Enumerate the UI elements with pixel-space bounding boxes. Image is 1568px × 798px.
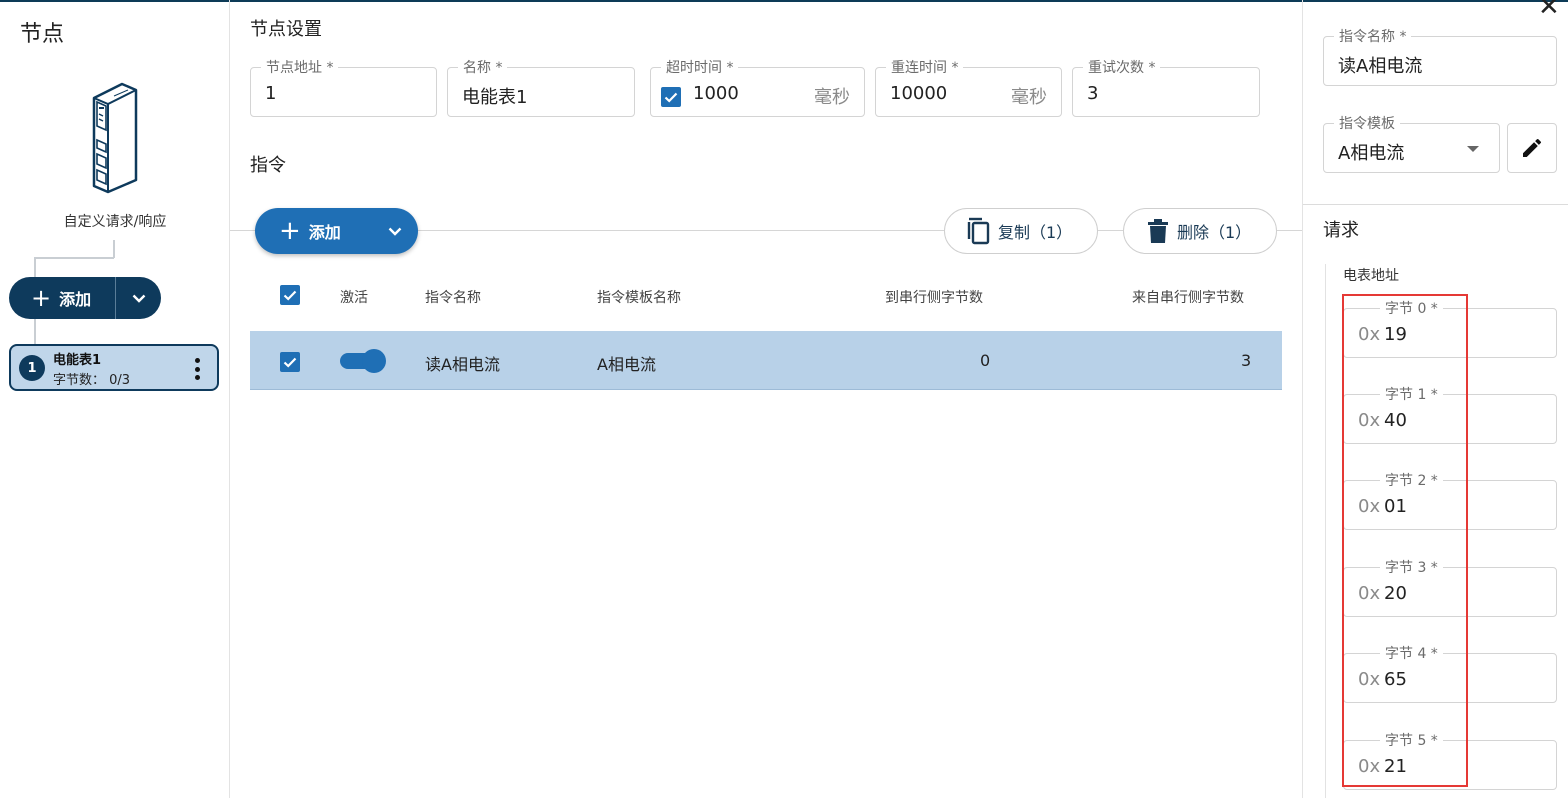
timeout-field[interactable]: 超时时间 * 1000 毫秒 bbox=[650, 57, 865, 117]
unit-suffix: 毫秒 bbox=[814, 87, 850, 108]
command-name-input[interactable]: 读A相电流 bbox=[1338, 52, 1422, 78]
timeout-input[interactable]: 1000 bbox=[693, 83, 739, 104]
node-name-field[interactable]: 名称 * 电能表1 bbox=[447, 57, 635, 117]
copy-icon bbox=[967, 217, 990, 245]
toggle-knob bbox=[362, 349, 386, 373]
field-label: 指令模板 bbox=[1334, 113, 1400, 133]
meter-address-label: 电表地址 bbox=[1343, 268, 1399, 284]
active-toggle[interactable] bbox=[340, 349, 386, 373]
panel-title: 节点 bbox=[20, 22, 65, 47]
plus-icon: + bbox=[279, 216, 301, 246]
check-icon bbox=[283, 357, 297, 368]
delete-label: 删除（1） bbox=[1177, 223, 1252, 242]
retry-count-input[interactable]: 3 bbox=[1087, 83, 1098, 104]
field-label: 名称 * bbox=[458, 57, 508, 77]
field-label: 重连时间 * bbox=[886, 57, 964, 77]
field-label: 超时时间 * bbox=[661, 57, 739, 77]
add-node-button[interactable]: + 添加 bbox=[9, 277, 115, 319]
node-address-field[interactable]: 节点地址 * 1 bbox=[250, 57, 437, 117]
add-node-split-button[interactable]: + 添加 bbox=[9, 277, 161, 319]
cell-bytes-to-serial: 0 bbox=[980, 351, 991, 370]
node-item[interactable]: 1 电能表1 字节数： 0/3 bbox=[9, 344, 219, 391]
device-type-label: 自定义请求/响应 bbox=[63, 214, 167, 230]
retry-count-field[interactable]: 重试次数 * 3 bbox=[1072, 57, 1260, 117]
node-byte-count: 字节数： 0/3 bbox=[53, 373, 131, 388]
field-label: 节点地址 * bbox=[261, 57, 339, 77]
field-label: 指令名称 * bbox=[1334, 26, 1412, 46]
gateway-device-icon bbox=[92, 82, 138, 194]
check-icon bbox=[664, 92, 678, 103]
pencil-icon bbox=[1523, 138, 1542, 157]
chevron-down-icon bbox=[388, 227, 402, 236]
tree-connector bbox=[113, 240, 115, 258]
copy-label: 复制（1） bbox=[998, 223, 1073, 242]
cell-command-name: 读A相电流 bbox=[425, 355, 500, 374]
field-label: 重试次数 * bbox=[1083, 57, 1161, 77]
add-command-button[interactable]: + 添加 bbox=[255, 218, 375, 244]
edit-template-button[interactable] bbox=[1507, 123, 1557, 173]
add-command-dropdown-button[interactable] bbox=[375, 227, 415, 236]
node-index-badge: 1 bbox=[19, 355, 45, 381]
commands-title: 指令 bbox=[250, 155, 286, 176]
copy-button[interactable]: 复制（1） bbox=[944, 208, 1098, 254]
close-icon[interactable]: ✕ bbox=[1538, 0, 1560, 22]
divider bbox=[1303, 204, 1568, 205]
timeout-enable-checkbox[interactable] bbox=[661, 87, 681, 107]
dropdown-arrow-icon[interactable] bbox=[1467, 146, 1479, 152]
unit-suffix: 毫秒 bbox=[1011, 87, 1047, 108]
reconnect-time-field[interactable]: 重连时间 * 10000 毫秒 bbox=[875, 57, 1062, 117]
node-name: 电能表1 bbox=[53, 353, 102, 368]
command-name-field[interactable]: 指令名称 * 读A相电流 bbox=[1323, 26, 1557, 86]
add-command-split-button[interactable]: + 添加 bbox=[255, 208, 418, 254]
delete-button[interactable]: 删除（1） bbox=[1123, 208, 1277, 254]
add-node-label: 添加 bbox=[59, 290, 92, 309]
column-header-active[interactable]: 激活 bbox=[340, 287, 368, 307]
add-node-dropdown-button[interactable] bbox=[116, 277, 161, 319]
more-vert-icon[interactable] bbox=[187, 356, 207, 382]
node-name-input[interactable]: 电能表1 bbox=[462, 83, 527, 109]
cell-bytes-from-serial: 3 bbox=[1241, 351, 1252, 370]
node-settings-title: 节点设置 bbox=[250, 19, 322, 40]
request-title: 请求 bbox=[1323, 220, 1359, 241]
tree-connector bbox=[34, 257, 114, 259]
plus-icon: + bbox=[31, 284, 52, 312]
chevron-down-icon bbox=[132, 294, 145, 303]
column-header-command-name[interactable]: 指令名称 bbox=[425, 287, 481, 307]
trash-icon bbox=[1148, 219, 1168, 243]
command-template-value: A相电流 bbox=[1338, 143, 1405, 164]
cell-template-name: A相电流 bbox=[597, 355, 656, 374]
select-all-checkbox[interactable] bbox=[280, 285, 300, 305]
column-header-template-name[interactable]: 指令模板名称 bbox=[597, 287, 681, 307]
column-header-bytes-to-serial[interactable]: 到串行侧字节数 bbox=[885, 287, 983, 307]
column-header-bytes-from-serial[interactable]: 来自串行侧字节数 bbox=[1132, 287, 1244, 307]
check-icon bbox=[283, 290, 297, 301]
row-checkbox[interactable] bbox=[280, 352, 300, 372]
table-row[interactable] bbox=[250, 331, 1282, 390]
add-command-label: 添加 bbox=[308, 223, 341, 242]
group-indent-line bbox=[1325, 264, 1326, 798]
reconnect-time-input[interactable]: 10000 bbox=[890, 83, 947, 104]
highlight-annotation-box bbox=[1342, 294, 1468, 787]
node-address-input[interactable]: 1 bbox=[265, 83, 276, 104]
